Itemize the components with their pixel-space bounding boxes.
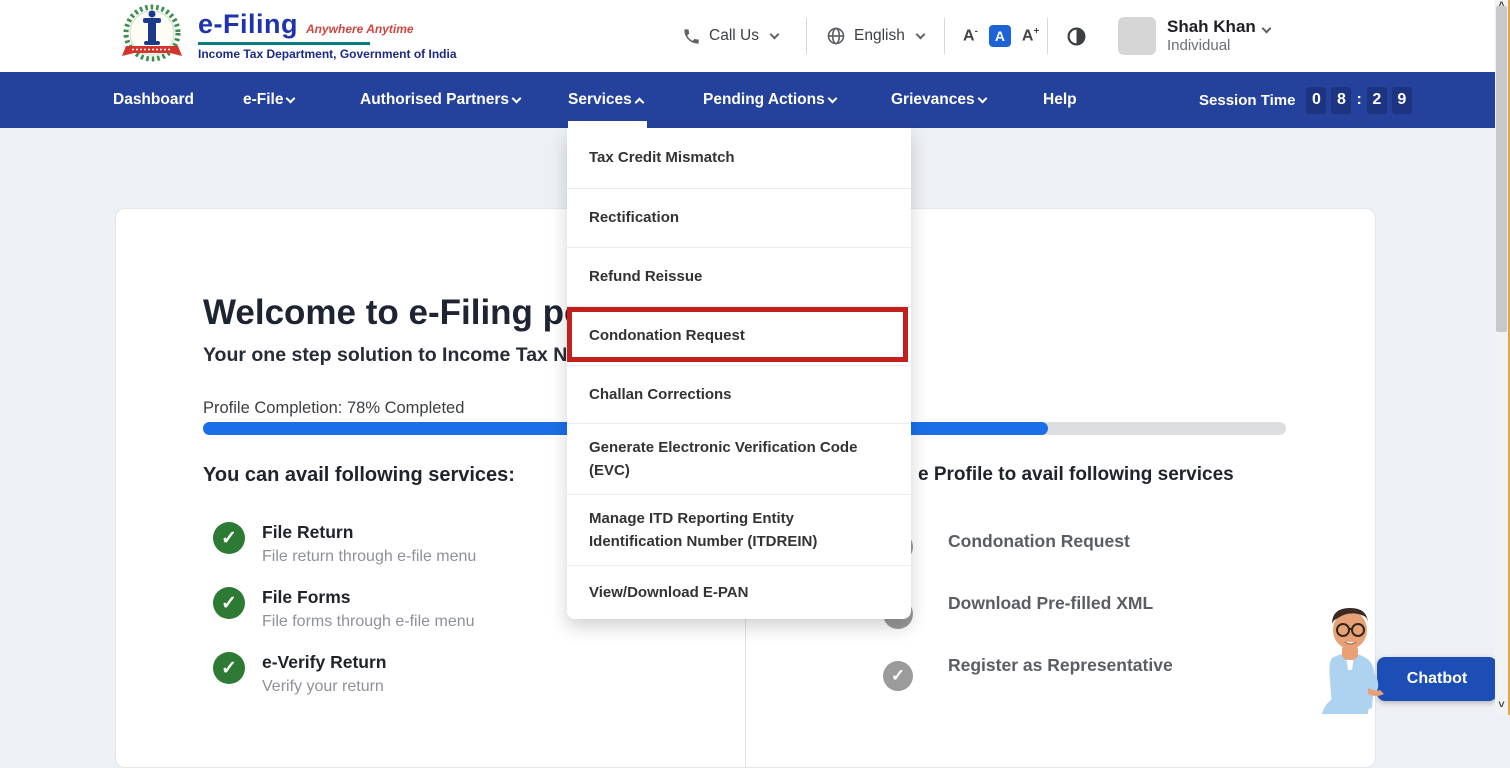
income-tax-emblem-icon bbox=[118, 4, 186, 66]
profile-completion-label: Profile Completion: 78% Completed bbox=[203, 399, 464, 418]
brand-tagline: Anywhere Anytime bbox=[306, 22, 414, 36]
brand-divider bbox=[198, 42, 370, 45]
session-colon: : bbox=[1356, 91, 1361, 109]
menu-item-view-download-epan[interactable]: View/Download E-PAN bbox=[567, 565, 911, 619]
session-digit: 8 bbox=[1331, 87, 1351, 114]
font-normal-button[interactable]: A bbox=[989, 25, 1011, 47]
user-name: Shah Khan bbox=[1167, 16, 1270, 37]
menu-item-condonation-request[interactable]: Condonation Request bbox=[567, 306, 911, 365]
font-increase-button[interactable]: A+ bbox=[1022, 26, 1039, 45]
chevron-down-icon bbox=[977, 93, 987, 103]
language-label: English bbox=[854, 27, 905, 45]
chevron-down-icon bbox=[770, 29, 780, 39]
session-digit: 0 bbox=[1306, 87, 1326, 114]
nav-item-services[interactable]: Services bbox=[568, 72, 643, 128]
active-nav-connector bbox=[568, 121, 647, 129]
menu-item-rectification[interactable]: Rectification bbox=[567, 188, 911, 247]
check-icon: ✓ bbox=[213, 522, 245, 554]
chevron-down-icon bbox=[827, 93, 837, 103]
menu-item-tax-credit-mismatch[interactable]: Tax Credit Mismatch bbox=[567, 128, 911, 188]
service-title: File Forms bbox=[262, 587, 475, 608]
right-services-heading: e Profile to avail following services bbox=[918, 464, 1234, 486]
header-divider bbox=[1047, 18, 1048, 54]
check-icon: ✓ bbox=[213, 587, 245, 619]
service-item-file-return: ✓ File Return File return through e-file… bbox=[213, 522, 476, 566]
welcome-subtitle: Your one step solution to Income Tax Ne bbox=[203, 344, 578, 367]
nav-item-efile[interactable]: e-File bbox=[243, 72, 294, 128]
globe-icon bbox=[826, 26, 846, 46]
nav-item-help[interactable]: Help bbox=[1043, 72, 1077, 128]
brand-department: Income Tax Department, Government of Ind… bbox=[198, 47, 457, 61]
session-time-label: Session Time bbox=[1199, 92, 1295, 109]
right-service-representative: Register as Representative bbox=[948, 655, 1173, 676]
phone-icon bbox=[682, 27, 701, 46]
chevron-down-icon bbox=[512, 93, 522, 103]
session-digit: 9 bbox=[1392, 87, 1412, 114]
services-dropdown-menu: Tax Credit Mismatch Rectification Refund… bbox=[567, 128, 911, 619]
efiling-wordmark: e-Filing bbox=[198, 9, 298, 40]
service-description: Verify your return bbox=[262, 678, 386, 696]
chevron-up-icon bbox=[634, 97, 644, 107]
session-digit: 2 bbox=[1367, 87, 1387, 114]
header-divider bbox=[806, 18, 807, 54]
service-title: File Return bbox=[262, 522, 476, 543]
nav-item-dashboard[interactable]: Dashboard bbox=[113, 72, 194, 128]
header-divider bbox=[944, 18, 945, 54]
font-size-controls: A- A A+ bbox=[963, 0, 1039, 72]
nav-item-authorised-partners[interactable]: Authorised Partners bbox=[360, 72, 520, 128]
chatbot-avatar bbox=[1306, 596, 1394, 719]
chevron-down-icon bbox=[286, 93, 296, 103]
nav-item-grievances[interactable]: Grievances bbox=[891, 72, 986, 128]
welcome-title: Welcome to e-Filing po bbox=[203, 293, 585, 333]
menu-item-generate-evc[interactable]: Generate Electronic Verification Code (E… bbox=[567, 423, 911, 494]
language-menu[interactable]: English bbox=[826, 0, 924, 72]
brand-logo[interactable]: e-Filing Anywhere Anytime Income Tax Dep… bbox=[118, 4, 457, 66]
service-title: e-Verify Return bbox=[262, 652, 386, 673]
call-us-menu[interactable]: Call Us bbox=[682, 0, 778, 72]
menu-item-manage-itdrein[interactable]: Manage ITD Reporting Entity Identificati… bbox=[567, 494, 911, 565]
service-item-file-forms: ✓ File Forms File forms through e-file m… bbox=[213, 587, 475, 631]
font-decrease-button[interactable]: A- bbox=[963, 26, 978, 45]
check-icon: ✓ bbox=[883, 661, 913, 691]
main-navbar: Dashboard e-File Authorised Partners Ser… bbox=[0, 72, 1510, 128]
chevron-down-icon bbox=[915, 29, 925, 39]
nav-item-pending-actions[interactable]: Pending Actions bbox=[703, 72, 836, 128]
user-role: Individual bbox=[1167, 37, 1270, 56]
menu-item-challan-corrections[interactable]: Challan Corrections bbox=[567, 365, 911, 423]
left-services-heading: You can avail following services: bbox=[203, 464, 515, 487]
menu-item-refund-reissue[interactable]: Refund Reissue bbox=[567, 247, 911, 306]
scrollbar[interactable]: ˄ ˅ bbox=[1495, 0, 1508, 715]
service-item-everify-return: ✓ e-Verify Return Verify your return bbox=[213, 652, 386, 696]
right-service-condonation: Condonation Request bbox=[948, 531, 1130, 552]
top-header: e-Filing Anywhere Anytime Income Tax Dep… bbox=[0, 0, 1510, 72]
chatbot-button[interactable]: Chatbot bbox=[1377, 657, 1497, 701]
user-avatar bbox=[1118, 17, 1156, 55]
contrast-icon bbox=[1066, 26, 1087, 47]
contrast-toggle[interactable] bbox=[1066, 0, 1087, 72]
service-description: File forms through e-file menu bbox=[262, 613, 475, 631]
scroll-down-arrow[interactable]: ˅ bbox=[1495, 700, 1508, 710]
right-service-prefilled-xml: Download Pre-filled XML bbox=[948, 593, 1153, 614]
user-menu[interactable]: Shah Khan Individual bbox=[1118, 0, 1270, 72]
call-us-label: Call Us bbox=[709, 27, 759, 45]
service-description: File return through e-file menu bbox=[262, 548, 476, 566]
session-timer: Session Time 0 8 : 2 9 bbox=[1199, 72, 1412, 128]
chevron-down-icon bbox=[1261, 24, 1271, 34]
check-icon: ✓ bbox=[213, 652, 245, 684]
scrollbar-thumb[interactable] bbox=[1496, 6, 1507, 332]
